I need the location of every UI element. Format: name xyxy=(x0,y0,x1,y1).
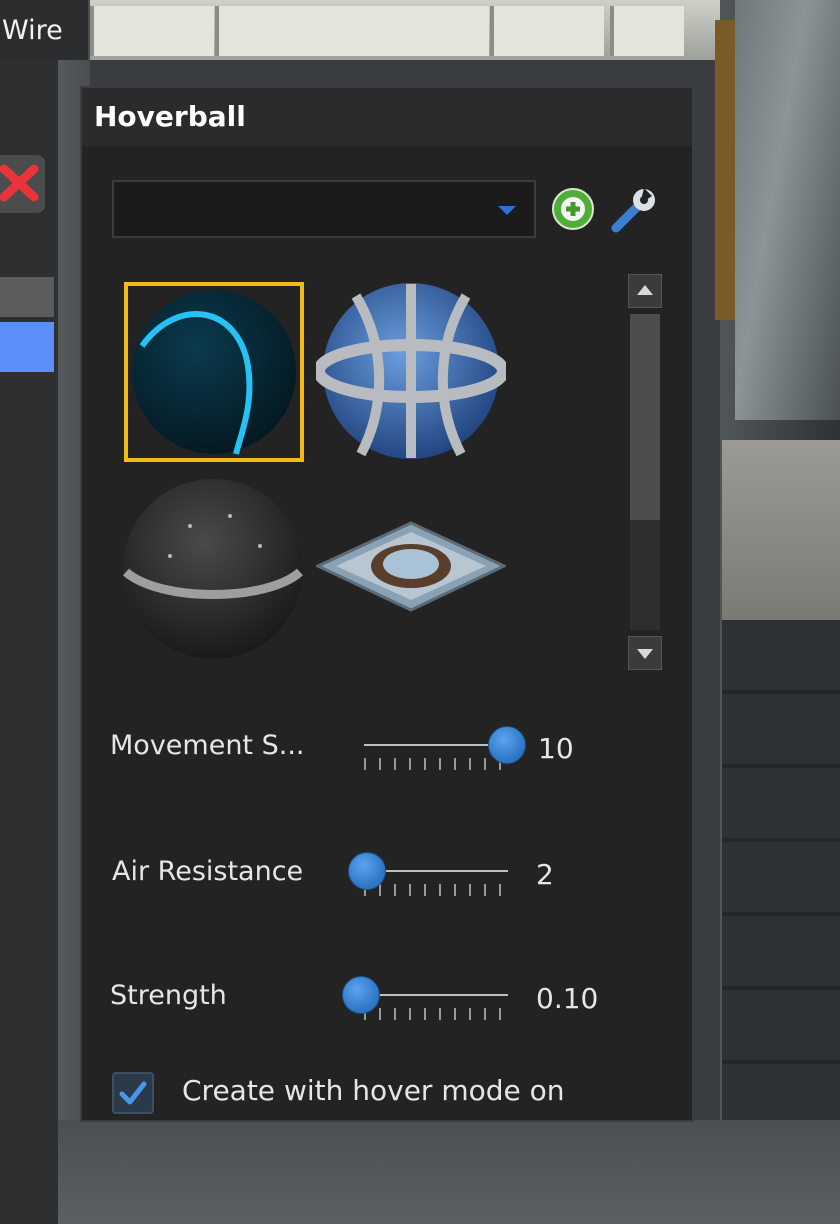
close-button[interactable] xyxy=(0,155,45,213)
model-flat-plate[interactable] xyxy=(316,518,506,698)
tab-wire-label: Wire xyxy=(2,14,63,46)
scroll-thumb[interactable] xyxy=(630,314,660,520)
preset-settings-button[interactable] xyxy=(608,184,660,236)
hover-mode-label: Create with hover mode on xyxy=(182,1074,565,1107)
strength-value: 0.10 xyxy=(536,982,599,1015)
movement-speed-slider-row: Movement S... 10 xyxy=(82,718,696,788)
hover-mode-checkbox-row: Create with hover mode on xyxy=(82,1062,696,1122)
scene-floor xyxy=(0,1120,840,1224)
movement-speed-label: Movement S... xyxy=(110,730,305,761)
movement-speed-value: 10 xyxy=(538,732,574,765)
air-resistance-value: 2 xyxy=(536,858,554,891)
strength-slider-row: Strength 0.10 xyxy=(82,968,696,1038)
add-preset-button[interactable] xyxy=(550,186,596,232)
model-caged-sphere[interactable] xyxy=(316,276,506,459)
scroll-track[interactable] xyxy=(630,314,660,630)
air-resistance-slider-row: Air Resistance 2 xyxy=(82,844,696,914)
preset-dropdown[interactable] xyxy=(112,180,536,238)
air-resistance-label: Air Resistance xyxy=(112,856,304,887)
scene-ledge xyxy=(722,440,840,620)
panel-header: Hoverball xyxy=(82,88,692,146)
chevron-down-icon xyxy=(498,206,516,215)
wrench-icon xyxy=(611,188,655,233)
caged-sphere-icon xyxy=(316,283,506,459)
spawn-menu-strip xyxy=(0,60,58,1224)
scroll-down-button[interactable] xyxy=(628,636,662,670)
flat-plate-icon xyxy=(316,521,506,612)
left-menu-field[interactable] xyxy=(0,277,54,317)
model-dark-sphere[interactable] xyxy=(120,476,303,659)
scene-beam xyxy=(735,0,840,420)
tennis-ball-icon xyxy=(132,290,296,455)
movement-speed-ticks xyxy=(364,758,510,770)
tab-wire[interactable]: Wire xyxy=(0,0,88,60)
model-grid xyxy=(120,280,520,670)
strength-ticks xyxy=(364,1008,510,1020)
hover-mode-checkbox[interactable] xyxy=(112,1072,154,1114)
strength-label: Strength xyxy=(110,980,227,1011)
strength-knob[interactable] xyxy=(342,976,380,1014)
scroll-up-button[interactable] xyxy=(628,274,662,308)
checkmark-icon xyxy=(119,1081,147,1105)
movement-speed-knob[interactable] xyxy=(488,726,526,764)
air-resistance-knob[interactable] xyxy=(348,852,386,890)
model-grid-scrollbar[interactable] xyxy=(628,274,664,670)
dark-sphere-icon xyxy=(123,479,303,659)
plus-circle-icon xyxy=(552,188,594,230)
panel-title: Hoverball xyxy=(94,100,246,133)
left-menu-selected-item[interactable] xyxy=(0,322,54,372)
air-resistance-ticks xyxy=(364,884,510,896)
hoverball-panel: Hoverball Movement S... 10 Air Resistanc… xyxy=(80,86,694,1122)
model-tennis-ball[interactable] xyxy=(124,282,304,462)
close-icon xyxy=(0,164,39,202)
